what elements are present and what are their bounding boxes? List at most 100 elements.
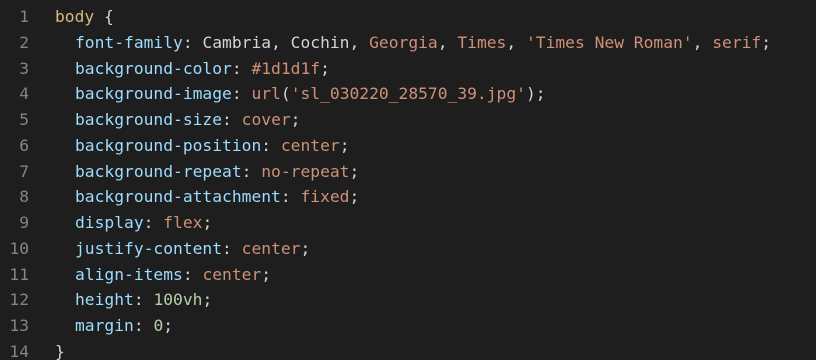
css-property: font-family (75, 32, 183, 52)
punctuation: ( (280, 84, 291, 104)
code-line[interactable]: 2 font-family: Cambria, Cochin, Georgia, … (0, 30, 816, 56)
line-number: 14 (9, 341, 29, 360)
code-line[interactable]: 9 display: flex; (0, 210, 816, 236)
punctuation: ; (300, 238, 311, 258)
colon: : (133, 290, 154, 310)
css-value: 'Times New Roman' (525, 32, 693, 52)
css-value: no-repeat (261, 161, 350, 181)
line-number: 13 (9, 316, 29, 335)
code-text: display: flex; (55, 210, 212, 236)
line-number: 12 (9, 290, 29, 310)
code-line[interactable]: 10 justify-content: center; (0, 236, 816, 262)
css-property: background-position (75, 135, 262, 155)
code-line[interactable]: 5 background-size: cover; (0, 107, 816, 133)
punctuation: ); (525, 84, 546, 104)
line-number: 8 (19, 187, 29, 207)
line-number: 4 (19, 84, 29, 104)
punctuation: ; (761, 32, 772, 52)
colon: : (143, 213, 164, 232)
css-property: background-attachment (75, 187, 281, 207)
code-text: font-family: Cambria, Cochin, Georgia, T… (55, 30, 771, 56)
code-text: body { (55, 4, 114, 30)
css-value: 'sl_030220_28570_39.jpg' (290, 84, 526, 104)
punctuation: ; (349, 161, 360, 181)
code-text: justify-content: center; (55, 236, 310, 262)
punctuation: Cambria (202, 32, 272, 52)
line-number: 2 (19, 32, 29, 52)
css-property: margin (75, 316, 134, 335)
css-value: 100vh (153, 290, 203, 310)
code-editor[interactable]: 1 body {2 font-family: Cambria, Cochin, Ge… (0, 0, 816, 360)
css-value: 0 (153, 316, 164, 335)
css-value: fixed (300, 187, 350, 207)
punctuation: Cochin (290, 32, 350, 52)
css-property: align-items (75, 264, 183, 284)
colon: : (222, 238, 242, 258)
code-line[interactable]: 4 background-image: url('sl_030220_28570_… (0, 81, 816, 107)
code-text: } (55, 339, 65, 360)
css-property: height (75, 290, 134, 310)
punctuation: ; (261, 264, 272, 284)
colon: : (261, 135, 281, 155)
punctuation: ; (349, 187, 360, 207)
css-property: background-color (75, 58, 232, 78)
css-property: background-size (75, 110, 223, 129)
punctuation: ; (163, 316, 174, 335)
line-number: 9 (19, 213, 29, 232)
line-number: 3 (19, 58, 29, 78)
punctuation: ; (339, 135, 350, 155)
css-value: serif (712, 32, 762, 52)
line-number: 11 (9, 264, 29, 284)
css-property: justify-content (75, 238, 223, 258)
punctuation: , (271, 32, 291, 52)
code-text: background-position: center; (55, 133, 350, 159)
css-value: #1d1d1f (251, 58, 321, 78)
code-line[interactable]: 3 background-color: #1d1d1f; (0, 56, 816, 82)
code-text: background-color: #1d1d1f; (55, 56, 330, 82)
line-number: 5 (19, 110, 29, 129)
punctuation: ; (202, 290, 213, 310)
punctuation: ; (320, 58, 330, 78)
colon: : (222, 110, 242, 129)
closing-brace: } (55, 341, 65, 360)
css-value: center (202, 264, 262, 284)
code-text: align-items: center; (55, 262, 271, 288)
code-line[interactable]: 14} (0, 339, 816, 360)
css-property: background-repeat (75, 161, 242, 181)
code-text: margin: 0; (55, 313, 173, 339)
line-number: 6 (19, 135, 29, 155)
punctuation: , (692, 32, 713, 52)
css-selector: body (55, 7, 95, 26)
colon: : (182, 32, 203, 52)
line-number: 10 (9, 238, 29, 258)
code-line[interactable]: 11 align-items: center; (0, 262, 816, 288)
line-number: 7 (19, 161, 29, 181)
code-text: background-image: url('sl_030220_28570_3… (55, 81, 546, 107)
punctuation: , (437, 32, 458, 52)
punctuation: , (349, 32, 370, 52)
punctuation: , (506, 32, 526, 52)
code-line[interactable]: 7 background-repeat: no-repeat; (0, 159, 816, 185)
css-value: Georgia (369, 32, 438, 52)
colon: : (241, 161, 262, 181)
css-value: center (241, 238, 301, 258)
code-text: background-repeat: no-repeat; (55, 159, 359, 185)
code-line[interactable]: 12 height: 100vh; (0, 287, 816, 313)
brace: { (94, 7, 114, 26)
css-value: url (251, 84, 281, 104)
code-line[interactable]: 6 background-position: center; (0, 133, 816, 159)
line-number: 1 (19, 7, 29, 26)
code-line[interactable]: 1 body { (0, 4, 816, 30)
code-line[interactable]: 13 margin: 0; (0, 313, 816, 339)
punctuation: ; (290, 110, 301, 129)
code-line[interactable]: 8 background-attachment: fixed; (0, 184, 816, 210)
css-value: cover (241, 110, 291, 129)
colon: : (182, 264, 203, 284)
colon: : (231, 58, 252, 78)
css-value: center (280, 135, 340, 155)
css-property: display (75, 213, 144, 232)
colon: : (280, 187, 301, 207)
code-text: background-size: cover; (55, 107, 300, 133)
css-value: flex (163, 213, 203, 232)
code-text: background-attachment: fixed; (55, 184, 359, 210)
